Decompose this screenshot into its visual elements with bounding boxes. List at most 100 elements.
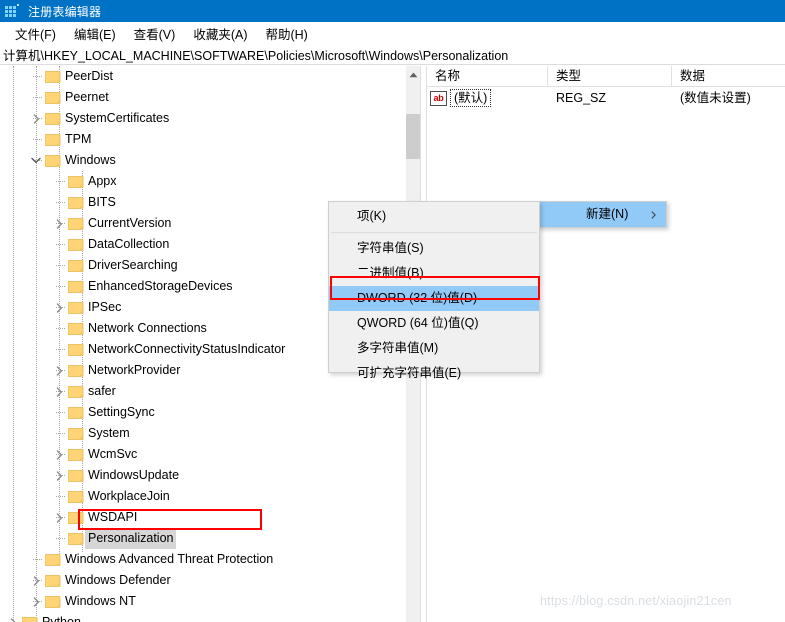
tree-item-label: Python [42, 615, 81, 622]
folder-icon [22, 616, 38, 622]
folder-icon [68, 385, 84, 399]
value-row[interactable]: ab (默认) REG_SZ (数值未设置) [427, 87, 785, 109]
registry-path: 计算机\HKEY_LOCAL_MACHINE\SOFTWARE\Policies… [3, 49, 509, 63]
chevron-right-icon[interactable] [28, 591, 44, 612]
tree-item-windows-defender[interactable]: Windows Defender [0, 570, 405, 591]
folder-icon [68, 343, 84, 357]
chevron-right-icon[interactable] [51, 213, 67, 234]
tree-item-label: BITS [88, 195, 116, 209]
folder-icon [68, 301, 84, 315]
tree-item-wcmsvc[interactable]: WcmSvc [0, 444, 405, 465]
menu-new-multi-string[interactable]: 多字符串值(M) [329, 336, 539, 361]
tree-item-systemcertificates[interactable]: SystemCertificates [0, 108, 405, 129]
chevron-right-icon[interactable] [28, 108, 44, 129]
chevron-right-icon[interactable] [5, 612, 21, 622]
folder-icon [68, 322, 84, 336]
tree-item-workplacejoin[interactable]: WorkplaceJoin [0, 486, 405, 507]
chevron-right-icon[interactable] [28, 570, 44, 591]
tree-item-windows-nt[interactable]: Windows NT [0, 591, 405, 612]
menu-new-string[interactable]: 字符串值(S) [329, 236, 539, 261]
menu-new-binary-label: 二进制值(B) [357, 266, 424, 280]
tree-item-peernet[interactable]: Peernet [0, 87, 405, 108]
tree-item-python[interactable]: Python [0, 612, 405, 622]
tree-item-label: safer [88, 384, 116, 398]
menu-new-qword64[interactable]: QWORD (64 位)值(Q) [329, 311, 539, 336]
column-header-name[interactable]: 名称 [427, 66, 548, 87]
tree-item-label: Windows Advanced Threat Protection [65, 552, 274, 566]
column-header-data[interactable]: 数据 [672, 66, 785, 87]
folder-icon [68, 406, 84, 420]
chevron-right-icon[interactable] [51, 444, 67, 465]
menu-help[interactable]: 帮助(H) [256, 22, 316, 46]
folder-icon [68, 259, 84, 273]
folder-icon [45, 553, 61, 567]
menu-new-key[interactable]: 项(K) [329, 204, 539, 229]
scroll-up-arrow-icon[interactable] [406, 66, 421, 83]
tree-item-label: TPM [65, 132, 92, 146]
tree-item-label: NetworkProvider [88, 363, 181, 377]
folder-icon [45, 595, 61, 609]
menu-new-multi-string-label: 多字符串值(M) [357, 341, 439, 355]
chevron-down-icon[interactable] [28, 150, 44, 171]
tree-connector [56, 265, 65, 266]
chevron-right-icon[interactable] [51, 507, 67, 528]
tree-item-personalization[interactable]: Personalization [0, 528, 405, 549]
tree-item-windowsupdate[interactable]: WindowsUpdate [0, 465, 405, 486]
menu-new-expandable-string-label: 可扩充字符串值(E) [357, 366, 462, 380]
chevron-right-icon[interactable] [51, 381, 67, 402]
menu-new-dword32[interactable]: DWORD (32 位)值(D) [329, 286, 539, 311]
tree-item-label: Windows Defender [65, 573, 171, 587]
menu-edit[interactable]: 编辑(E) [65, 22, 125, 46]
menu-favorites[interactable]: 收藏夹(A) [184, 22, 256, 46]
folder-icon [68, 448, 84, 462]
tree-connector [56, 433, 65, 434]
menu-file[interactable]: 文件(F) [6, 22, 65, 46]
tree-item-label: WSDAPI [88, 510, 138, 524]
folder-icon [68, 238, 84, 252]
menu-separator [331, 232, 537, 233]
menu-view[interactable]: 查看(V) [125, 22, 185, 46]
registry-editor-window: 注册表编辑器 文件(F) 编辑(E) 查看(V) 收藏夹(A) 帮助(H) 计算… [0, 0, 785, 622]
tree-item-label: WindowsUpdate [88, 468, 180, 482]
tree-item-label: WcmSvc [88, 447, 138, 461]
tree-item-label: IPSec [88, 300, 122, 314]
tree-item-label: Personalization [85, 528, 177, 549]
tree-item-tpm[interactable]: TPM [0, 129, 405, 150]
menu-new-binary[interactable]: 二进制值(B) [329, 261, 539, 286]
tree-item-settingsync[interactable]: SettingSync [0, 402, 405, 423]
tree-item-label: SystemCertificates [65, 111, 170, 125]
folder-icon [45, 154, 61, 168]
column-header-type[interactable]: 类型 [548, 66, 672, 87]
folder-icon [45, 70, 61, 84]
menu-new-dword32-label: DWORD (32 位)值(D) [357, 291, 478, 305]
tree-item-peerdist[interactable]: PeerDist [0, 66, 405, 87]
menu-new-expandable-string[interactable]: 可扩充字符串值(E) [329, 361, 539, 386]
folder-icon [68, 490, 84, 504]
tree-item-wsdapi[interactable]: WSDAPI [0, 507, 405, 528]
tree-item-label: System [88, 426, 130, 440]
value-data-cell: (数值未设置) [680, 91, 751, 105]
chevron-right-icon[interactable] [51, 360, 67, 381]
tree-item-windows[interactable]: Windows [0, 150, 405, 171]
folder-icon [68, 175, 84, 189]
tree-item-label: Windows NT [65, 594, 136, 608]
chevron-right-icon[interactable] [51, 297, 67, 318]
folder-icon [68, 532, 84, 546]
context-menu-new: 新建(N) [537, 201, 667, 228]
scrollbar-thumb[interactable] [406, 114, 421, 159]
tree-connector [33, 559, 42, 560]
folder-icon [68, 427, 84, 441]
tree-item-label: EnhancedStorageDevices [88, 279, 233, 293]
tree-item-system[interactable]: System [0, 423, 405, 444]
string-value-icon: ab [430, 90, 447, 106]
folder-icon [45, 133, 61, 147]
folder-icon [68, 217, 84, 231]
menu-item-new[interactable]: 新建(N) [538, 202, 666, 227]
chevron-right-icon[interactable] [51, 465, 67, 486]
tree-item-windows-advanced-threat-protection[interactable]: Windows Advanced Threat Protection [0, 549, 405, 570]
menu-new-key-label: 项(K) [357, 209, 387, 223]
registry-editor-icon [5, 3, 21, 19]
address-bar[interactable]: 计算机\HKEY_LOCAL_MACHINE\SOFTWARE\Policies… [0, 45, 785, 65]
tree-item-appx[interactable]: Appx [0, 171, 405, 192]
folder-icon [45, 574, 61, 588]
